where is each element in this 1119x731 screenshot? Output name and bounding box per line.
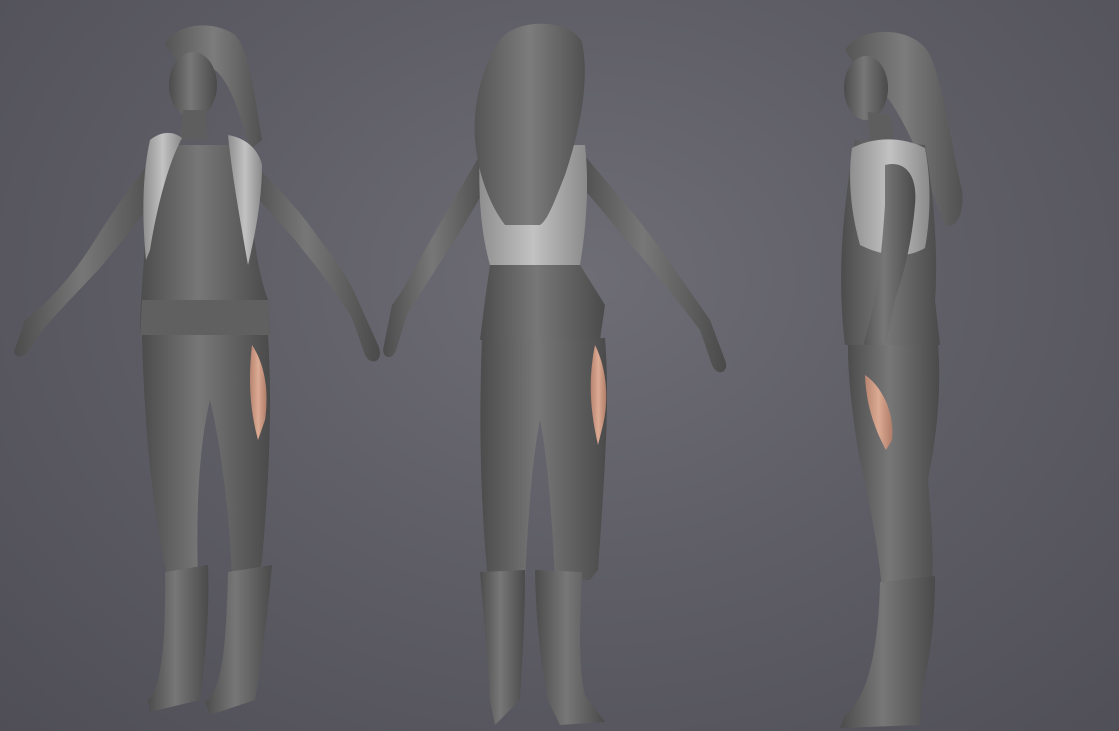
figure-back — [383, 23, 727, 725]
side-pants — [848, 345, 940, 590]
back-boot-left — [480, 570, 525, 725]
back-pants — [480, 338, 608, 580]
side-head — [844, 56, 888, 120]
side-boot — [840, 576, 935, 728]
figure-front — [14, 25, 381, 715]
sculpt-viewport — [0, 0, 1119, 731]
sculpt-scene — [14, 23, 963, 728]
front-boot-left — [148, 565, 209, 712]
back-boot-right — [535, 570, 605, 725]
figure-side — [840, 31, 963, 728]
back-arm-left — [383, 155, 492, 358]
front-boot-right — [205, 565, 272, 715]
front-head — [169, 52, 217, 118]
